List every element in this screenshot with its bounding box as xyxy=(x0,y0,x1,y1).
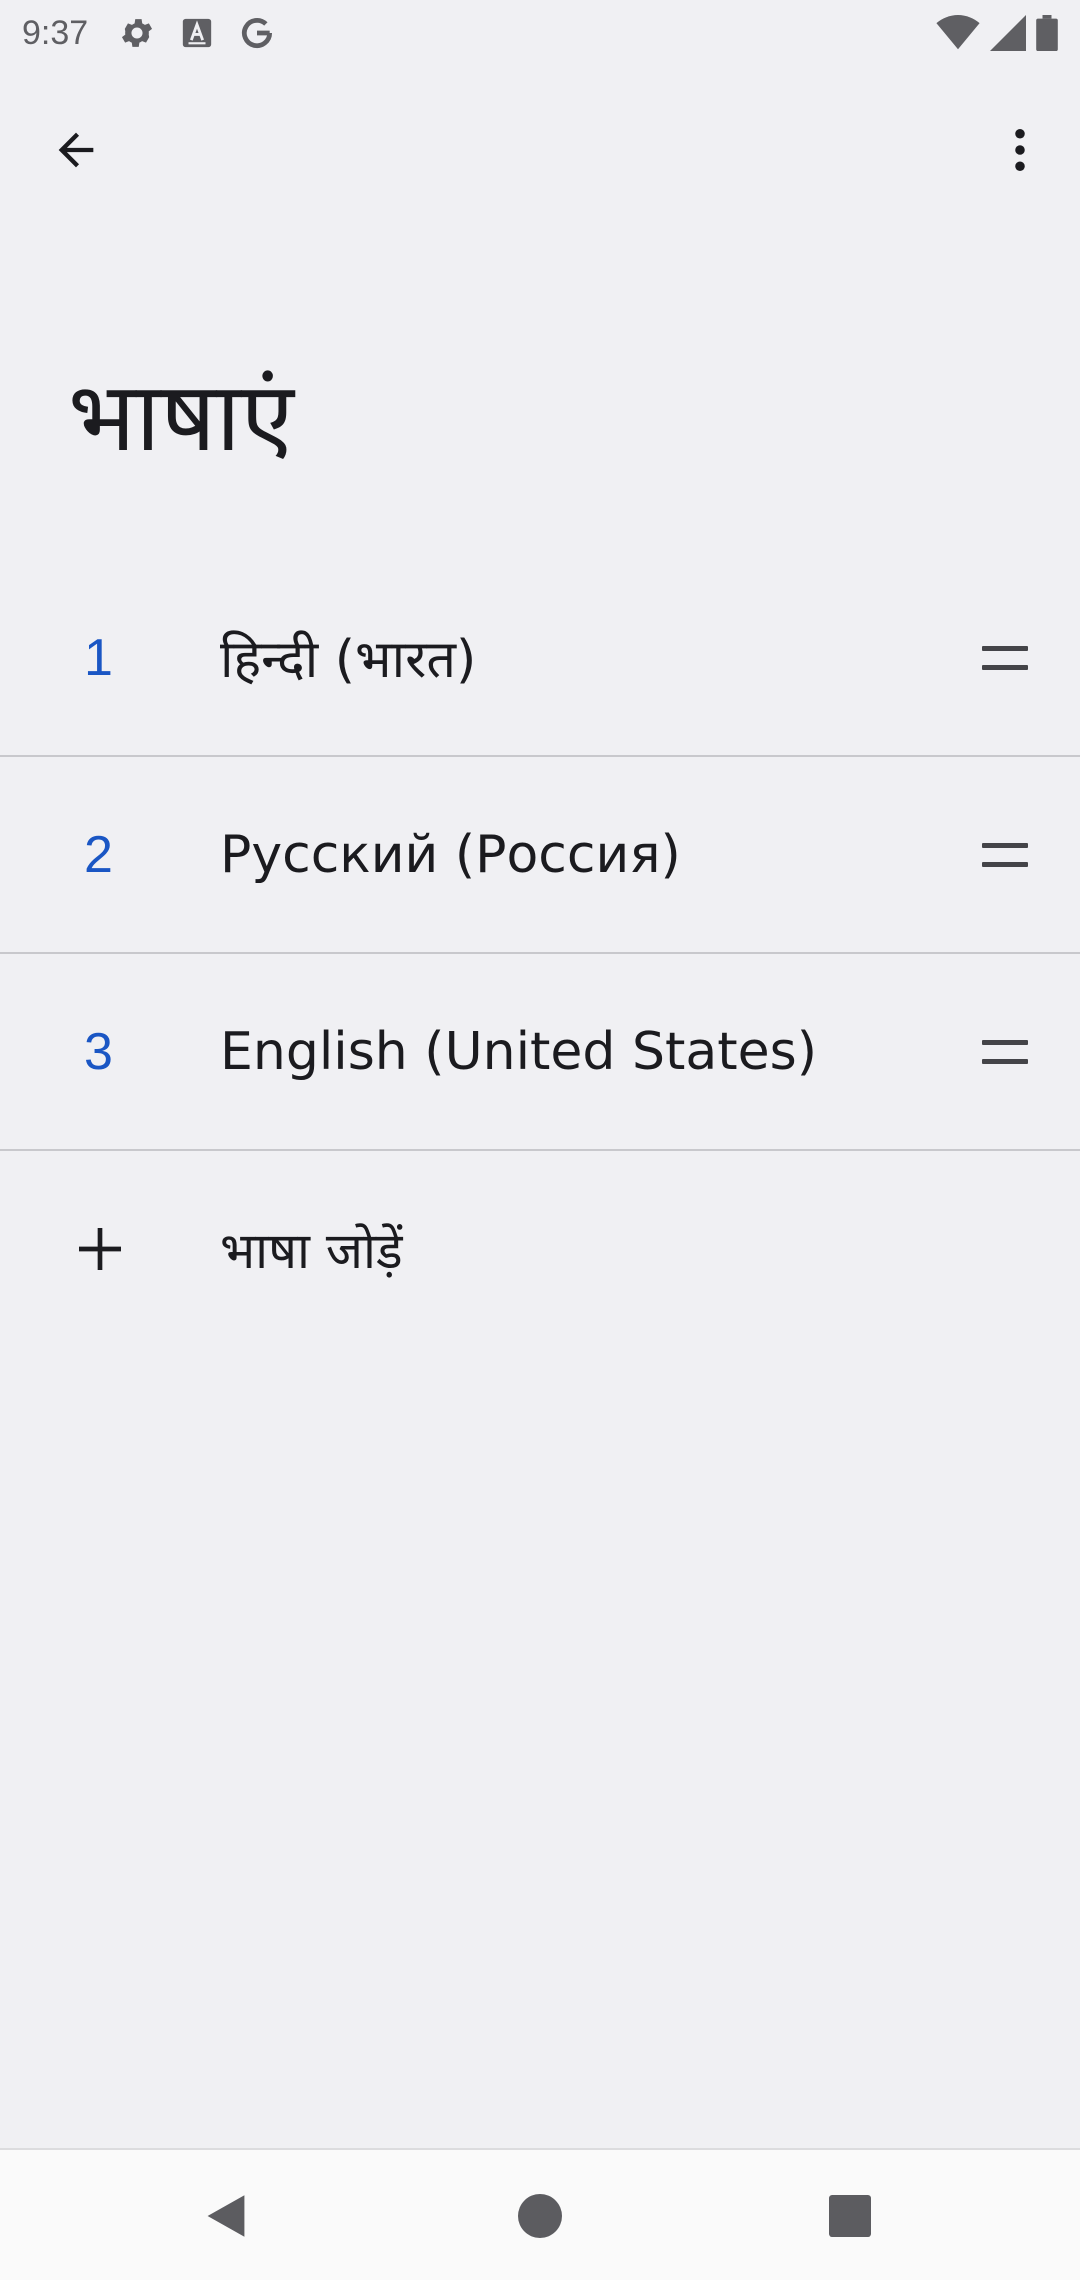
language-index: 3 xyxy=(84,1022,113,1081)
nav-home-button[interactable] xyxy=(510,2186,570,2246)
drag-handle-icon[interactable] xyxy=(982,842,1028,867)
app-bar xyxy=(0,66,1080,218)
language-index: 2 xyxy=(84,825,113,884)
more-vert-icon xyxy=(1015,128,1025,172)
page-title: भाषाएं xyxy=(68,361,294,473)
status-time: 9:37 xyxy=(22,13,89,52)
battery-icon xyxy=(1036,15,1058,51)
nav-back-button[interactable] xyxy=(196,2186,256,2246)
settings-icon xyxy=(118,14,156,52)
add-language-button[interactable]: भाषा जोड़ें xyxy=(0,1151,1080,1347)
signal-icon xyxy=(990,15,1026,51)
language-row[interactable]: 3 English (United States) xyxy=(0,954,1080,1151)
nav-home-icon xyxy=(518,2194,562,2238)
drag-handle-icon[interactable] xyxy=(982,1039,1028,1064)
status-right-icons xyxy=(936,15,1058,51)
font-a-icon xyxy=(180,16,214,50)
drag-handle-icon[interactable] xyxy=(982,645,1028,670)
plus-icon xyxy=(79,1228,121,1270)
more-options-button[interactable] xyxy=(980,110,1060,190)
google-g-icon xyxy=(238,14,276,52)
nav-recents-button[interactable] xyxy=(820,2186,880,2246)
language-row[interactable]: 1 हिन्दी (भारत) xyxy=(0,560,1080,757)
language-index: 1 xyxy=(84,628,113,687)
screen: 9:37 भाषाएं 1 हिन्दी (भारत) 2 Русский (Р… xyxy=(0,0,1080,2280)
language-label: हिन्दी (भारत) xyxy=(220,630,477,690)
wifi-icon xyxy=(936,15,980,51)
status-bar: 9:37 xyxy=(0,0,1080,66)
navigation-bar xyxy=(0,2148,1080,2280)
language-label: English (United States) xyxy=(220,1021,817,1082)
add-language-label: भाषा जोड़ें xyxy=(220,1222,403,1280)
language-label: Русский (Россия) xyxy=(220,824,681,885)
nav-recents-icon xyxy=(829,2195,871,2237)
status-left-icons xyxy=(118,14,276,52)
nav-back-icon xyxy=(207,2195,245,2237)
arrow-back-icon xyxy=(58,132,94,168)
back-button[interactable] xyxy=(36,110,116,190)
language-row[interactable]: 2 Русский (Россия) xyxy=(0,757,1080,954)
language-list: 1 हिन्दी (भारत) 2 Русский (Россия) 3 Eng… xyxy=(0,560,1080,1151)
